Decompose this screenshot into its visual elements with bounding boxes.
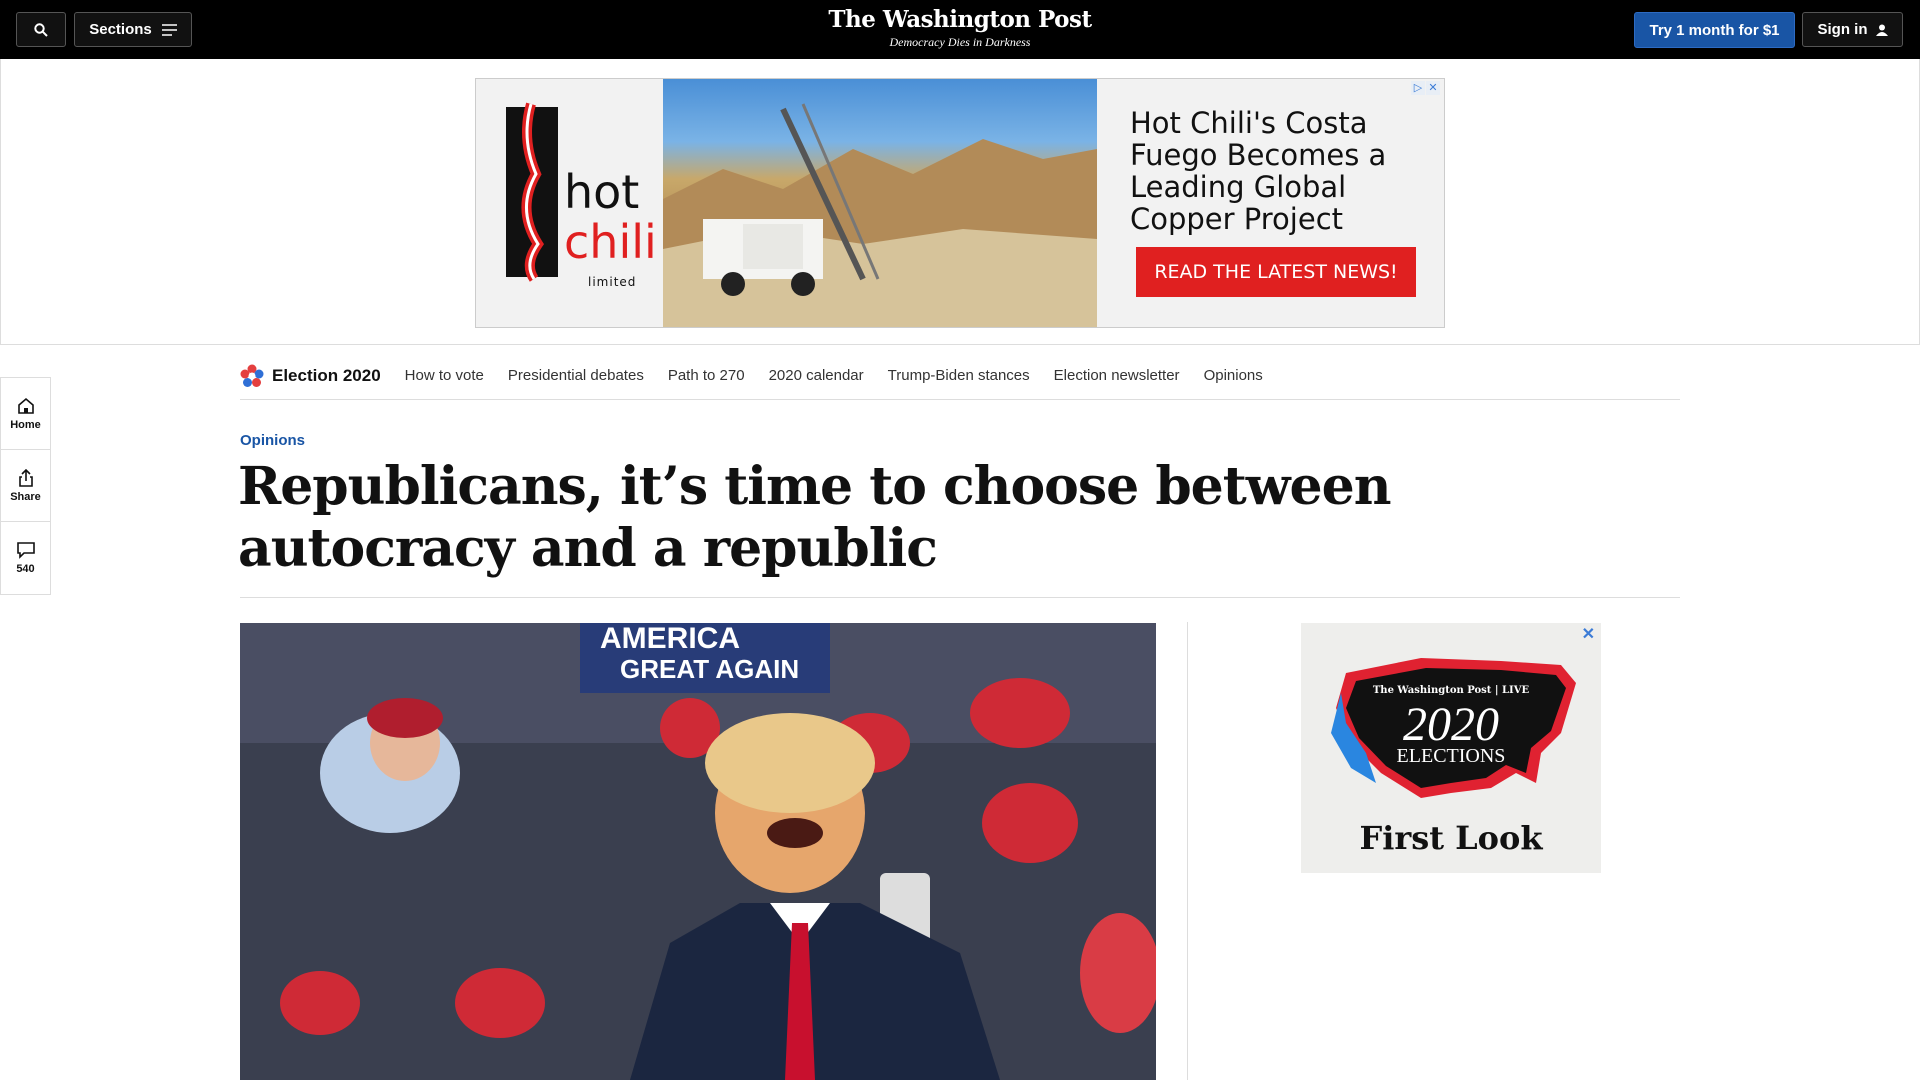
ad-choices[interactable]: ▷ ✕: [1411, 81, 1440, 95]
election-2020-link[interactable]: Election 2020: [240, 364, 381, 388]
nav-link-election-newsletter[interactable]: Election newsletter: [1054, 367, 1180, 384]
logo-word-hot: hot: [564, 165, 640, 219]
ad-cta-button[interactable]: READ THE LATEST NEWS!: [1136, 247, 1416, 297]
ad-headline: Hot Chili's Costa Fuego Becomes a Leadin…: [1130, 106, 1387, 236]
article-headline: Republicans, it’s time to choose between…: [238, 456, 1392, 579]
nav-link-2020-calendar[interactable]: 2020 calendar: [769, 367, 864, 384]
site-logo[interactable]: The Washington Post Democracy Dies in Da…: [820, 6, 1100, 50]
ad-close-icon[interactable]: ✕: [1582, 624, 1595, 644]
election-star-icon: [240, 364, 264, 387]
comment-icon: [16, 542, 35, 559]
sections-label: Sections: [89, 21, 152, 38]
share-button[interactable]: Share: [1, 450, 50, 522]
menu-icon: [161, 23, 177, 36]
home-button[interactable]: Home: [1, 378, 50, 450]
top-banner-ad[interactable]: hot chili limited Hot Chili's Costa Fueg…: [475, 78, 1445, 328]
home-label: Home: [10, 418, 41, 431]
election-subnav: Election 2020 How to vote Presidential d…: [240, 352, 1680, 400]
election-title: Election 2020: [272, 365, 381, 385]
brand-name: The Washington Post: [828, 6, 1092, 33]
nav-link-presidential-debates[interactable]: Presidential debates: [508, 367, 644, 384]
svg-text:AMERICA: AMERICA: [600, 623, 740, 655]
side-ad-title: First Look: [1359, 819, 1543, 857]
brand-tagline: Democracy Dies in Darkness: [889, 35, 1031, 49]
share-icon: [18, 468, 33, 487]
article-lead-photo[interactable]: AMERICA GREAT AGAIN: [240, 623, 1156, 1080]
sidebar-ad-2020-elections[interactable]: ✕ The Washington Post | LIVE 2020 ELECTI…: [1301, 623, 1601, 873]
nav-link-how-to-vote[interactable]: How to vote: [405, 367, 484, 384]
hot-chili-logo: hot chili limited: [476, 79, 663, 327]
search-button[interactable]: [16, 12, 66, 47]
nav-link-path-to-270[interactable]: Path to 270: [668, 367, 745, 384]
headline-divider: [240, 597, 1680, 598]
logo-word-limited: limited: [588, 275, 637, 289]
subscribe-button[interactable]: Try 1 month for $1: [1634, 12, 1795, 48]
comments-button[interactable]: 540: [1, 522, 50, 594]
side-ad-brand: The Washington Post | LIVE: [1372, 685, 1530, 696]
side-ad-year: 2020: [1403, 698, 1499, 751]
article-kicker[interactable]: Opinions: [240, 432, 305, 449]
nav-link-trump-biden-stances[interactable]: Trump-Biden stances: [888, 367, 1030, 384]
top-navigation-bar: Sections The Washington Post Democracy D…: [0, 0, 1920, 59]
svg-text:GREAT AGAIN: GREAT AGAIN: [620, 654, 799, 684]
close-icon[interactable]: ✕: [1426, 81, 1440, 95]
column-divider: [1187, 622, 1188, 1080]
adchoices-icon[interactable]: ▷: [1411, 81, 1425, 95]
user-icon: [1875, 24, 1888, 36]
share-label: Share: [10, 490, 41, 503]
sign-in-label: Sign in: [1817, 21, 1868, 38]
article-action-rail: Home Share 540: [0, 377, 51, 595]
comment-count: 540: [16, 563, 35, 575]
sign-in-button[interactable]: Sign in: [1802, 12, 1903, 47]
logo-word-chili: chili: [564, 215, 657, 269]
side-ad-subtitle: ELECTIONS: [1396, 745, 1506, 767]
home-icon: [17, 397, 34, 414]
drill-rig-photo: [663, 79, 1097, 327]
nav-link-opinions[interactable]: Opinions: [1204, 367, 1263, 384]
sections-button[interactable]: Sections: [74, 12, 192, 47]
search-icon: [34, 22, 48, 37]
